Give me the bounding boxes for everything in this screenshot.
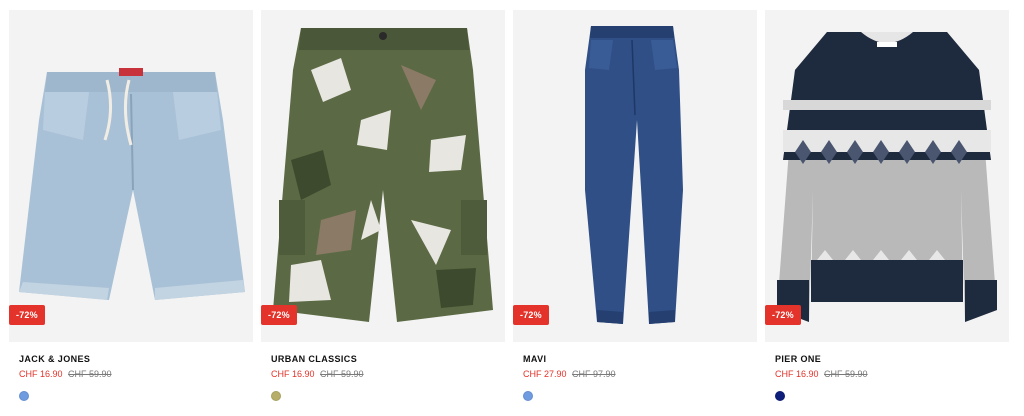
product-card[interactable]: -72% PIER ONE CHF 16.90 CHF 59.90	[765, 10, 1009, 410]
product-grid: -72% JACK & JONES CHF 16.90 CHF 59.90 -7…	[0, 0, 1024, 416]
sale-price: CHF 16.90	[19, 369, 63, 379]
original-price: CHF 97.90	[572, 369, 616, 379]
product-card[interactable]: -72% MAVI CHF 27.90 CHF 97.90	[513, 10, 757, 410]
product-image[interactable]: -72%	[9, 10, 253, 342]
discount-badge: -72%	[261, 305, 297, 325]
sale-price: CHF 27.90	[523, 369, 567, 379]
product-image[interactable]: -72%	[513, 10, 757, 342]
product-card[interactable]: -72% JACK & JONES CHF 16.90 CHF 59.90	[9, 10, 253, 410]
original-price: CHF 59.90	[68, 369, 112, 379]
original-price: CHF 59.90	[824, 369, 868, 379]
brand-name[interactable]: MAVI	[523, 354, 546, 364]
brand-name[interactable]: URBAN CLASSICS	[271, 354, 357, 364]
sale-price: CHF 16.90	[271, 369, 315, 379]
product-image[interactable]: -72%	[765, 10, 1009, 342]
price-row: CHF 27.90 CHF 97.90	[523, 369, 616, 379]
color-swatch[interactable]	[523, 391, 533, 401]
color-swatch[interactable]	[775, 391, 785, 401]
color-swatch[interactable]	[19, 391, 29, 401]
color-swatch[interactable]	[271, 391, 281, 401]
discount-badge: -72%	[765, 305, 801, 325]
price-row: CHF 16.90 CHF 59.90	[775, 369, 868, 379]
discount-badge: -72%	[513, 305, 549, 325]
brand-name[interactable]: PIER ONE	[775, 354, 821, 364]
product-card[interactable]: -72% URBAN CLASSICS CHF 16.90 CHF 59.90	[261, 10, 505, 410]
price-row: CHF 16.90 CHF 59.90	[19, 369, 112, 379]
sale-price: CHF 16.90	[775, 369, 819, 379]
price-row: CHF 16.90 CHF 59.90	[271, 369, 364, 379]
original-price: CHF 59.90	[320, 369, 364, 379]
brand-name[interactable]: JACK & JONES	[19, 354, 90, 364]
product-image[interactable]: -72%	[261, 10, 505, 342]
discount-badge: -72%	[9, 305, 45, 325]
